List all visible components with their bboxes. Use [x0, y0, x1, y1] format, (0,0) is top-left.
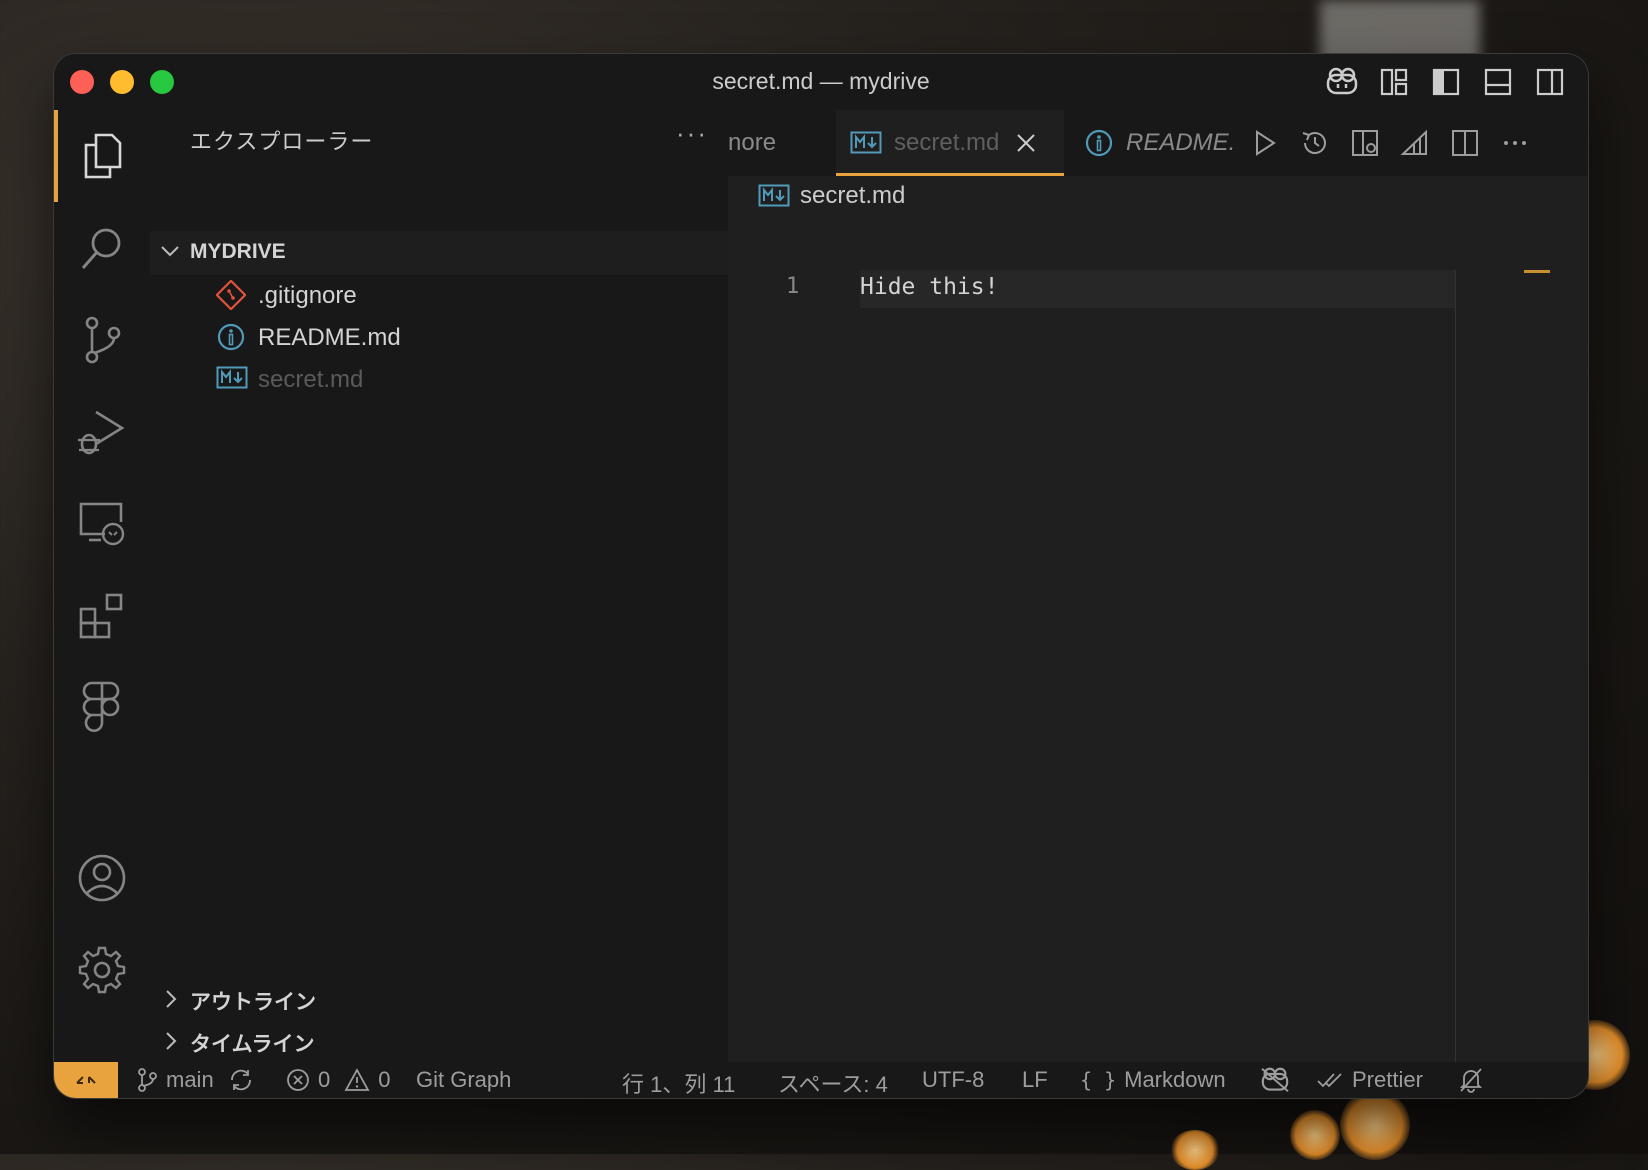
chevron-right-icon [158, 1029, 182, 1058]
git-branch-icon [136, 1067, 158, 1093]
tab-label: nore [728, 129, 777, 156]
file-item-readme[interactable]: README.md [150, 316, 728, 358]
markdown-icon [758, 182, 790, 210]
file-item-secret[interactable]: secret.md [150, 358, 728, 400]
compare-changes-icon[interactable] [1396, 123, 1434, 163]
formatter-label: Prettier [1352, 1067, 1423, 1092]
encoding-label: UTF-8 [922, 1067, 985, 1092]
editor-ruler [1455, 270, 1456, 1062]
title-bar: secret.md — mydrive [54, 54, 1588, 110]
git-graph-label: Git Graph [416, 1067, 512, 1092]
tab-label: secret.md [894, 129, 1000, 156]
file-name: README.md [258, 324, 401, 351]
figma-icon[interactable] [54, 662, 150, 754]
eol-label: LF [1022, 1067, 1048, 1092]
tab-label: README. [1126, 129, 1236, 156]
tab-secret[interactable]: secret.md [836, 110, 1064, 176]
markdown-icon [850, 129, 882, 157]
cursor-position[interactable]: 行 1、列 11 [622, 1067, 735, 1098]
search-icon[interactable] [54, 202, 150, 294]
background-bokeh [1340, 1090, 1410, 1160]
accounts-icon[interactable] [54, 832, 150, 924]
sidebar-title: エクスプローラー [190, 129, 374, 154]
open-preview-icon[interactable] [1346, 123, 1384, 163]
remote-indicator[interactable] [54, 1062, 118, 1098]
split-editor-icon[interactable] [1446, 123, 1484, 163]
customize-layout-icon[interactable] [1376, 64, 1412, 100]
timeline-section-label: タイムライン [190, 1033, 315, 1056]
source-control-icon[interactable] [54, 294, 150, 386]
remote-explorer-icon[interactable] [54, 478, 150, 570]
activity-bar [54, 110, 150, 1062]
error-icon [286, 1068, 310, 1092]
chevron-down-icon [158, 239, 182, 268]
timeline-section-header[interactable]: タイムライン [150, 1020, 728, 1062]
indentation-label: スペース: 4 [778, 1072, 888, 1097]
toggle-panel-icon[interactable] [1480, 64, 1516, 100]
warning-icon [344, 1068, 370, 1092]
toggle-secondary-sidebar-icon[interactable] [1532, 64, 1568, 100]
language-label: Markdown [1124, 1067, 1226, 1092]
copilot-status-icon[interactable] [1260, 1067, 1290, 1093]
settings-gear-icon[interactable] [54, 924, 150, 1016]
git-diamond-icon [215, 279, 247, 311]
sidebar-more-actions-button[interactable]: ··· [676, 118, 708, 149]
toggle-primary-sidebar-icon[interactable] [1428, 64, 1464, 100]
cursor-position-label: 行 1、列 11 [622, 1072, 736, 1097]
indentation-status[interactable]: スペース: 4 [778, 1067, 888, 1098]
outline-section-header[interactable]: アウトライン [150, 978, 728, 1020]
copilot-icon[interactable] [1324, 64, 1360, 100]
explorer-sidebar: エクスプローラー ··· MYDRIVE .gitignore README.m… [150, 110, 728, 1062]
breadcrumb[interactable]: secret.md [758, 182, 905, 210]
outline-section-label: アウトライン [190, 991, 316, 1014]
run-icon[interactable] [1246, 123, 1284, 163]
timeline-history-icon[interactable] [1296, 123, 1334, 163]
language-mode-status[interactable]: { } Markdown [1080, 1067, 1226, 1093]
vscode-window: secret.md — mydrive エクスプローラー ··· MYDRIVE… [54, 54, 1588, 1098]
background-bokeh [1290, 1110, 1340, 1160]
close-tab-icon[interactable] [1015, 132, 1037, 154]
more-actions-icon[interactable] [1496, 123, 1534, 163]
tab-gitignore[interactable]: nore [728, 110, 828, 176]
notifications-bell-icon[interactable] [1458, 1067, 1484, 1093]
run-debug-icon[interactable] [54, 386, 150, 478]
encoding-status[interactable]: UTF-8 [922, 1067, 984, 1093]
warning-count: 0 [378, 1067, 391, 1092]
editor-area: nore secret.md README. secret.md 1 Hide … [728, 110, 1588, 1062]
extensions-icon[interactable] [54, 570, 150, 662]
chevron-right-icon [158, 987, 182, 1016]
status-bar: main 0 0 Git Graph 行 1、列 11 スペース: 4 UTF-… [54, 1062, 1588, 1098]
tab-bar: nore secret.md README. [728, 110, 1588, 176]
info-icon [216, 322, 246, 352]
problems-status[interactable]: 0 0 [286, 1067, 391, 1093]
breadcrumb-file: secret.md [800, 182, 906, 209]
branch-name: main [166, 1067, 214, 1092]
explorer-icon[interactable] [54, 110, 150, 202]
workspace-folder-name: MYDRIVE [190, 240, 286, 263]
sync-icon[interactable] [228, 1067, 254, 1093]
markdown-icon [216, 364, 248, 394]
info-icon [1084, 128, 1114, 158]
active-tab-indicator [836, 173, 1064, 176]
prettier-status[interactable]: Prettier [1316, 1067, 1423, 1093]
code-line[interactable]: Hide this! [860, 274, 998, 300]
double-check-icon [1316, 1069, 1344, 1091]
braces-icon: { } [1080, 1068, 1117, 1092]
eol-status[interactable]: LF [1022, 1067, 1048, 1093]
git-graph-button[interactable]: Git Graph [416, 1067, 511, 1093]
workspace-folder-header[interactable]: MYDRIVE [150, 231, 728, 275]
file-item-gitignore[interactable]: .gitignore [150, 274, 728, 316]
file-name: secret.md [258, 366, 364, 393]
line-number: 1 [786, 274, 800, 299]
file-name: .gitignore [258, 282, 357, 309]
tab-readme[interactable]: README. [1072, 110, 1242, 176]
background-bokeh [1170, 1130, 1220, 1170]
error-count: 0 [318, 1067, 331, 1092]
branch-status[interactable]: main [136, 1067, 254, 1093]
scrollbar-cursor-marker [1524, 270, 1550, 273]
